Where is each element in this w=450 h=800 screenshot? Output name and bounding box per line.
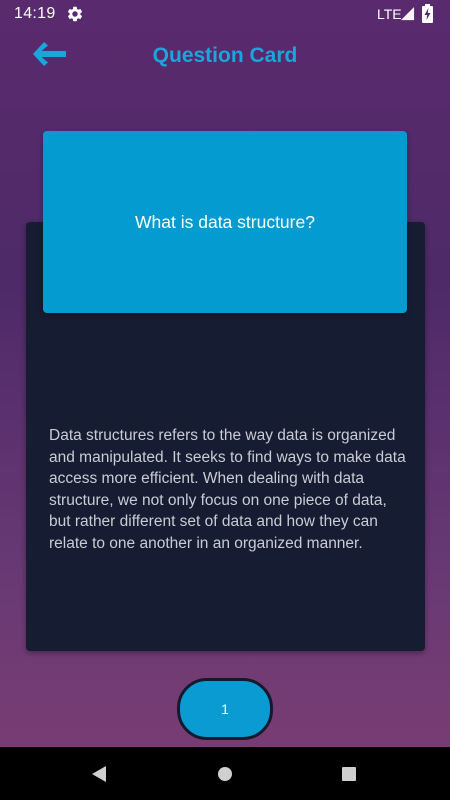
nav-home-icon[interactable] <box>215 764 235 784</box>
navigation-bar <box>0 747 450 800</box>
signal-icon <box>400 6 415 21</box>
status-bar: 14:19 LTE <box>0 0 450 28</box>
battery-charging-icon <box>422 4 433 23</box>
page-title: Question Card <box>152 44 298 67</box>
card-counter-button[interactable]: 1 <box>177 678 273 740</box>
question-text: What is data structure? <box>135 211 315 232</box>
answer-text: Data structures refers to the way data i… <box>49 427 406 552</box>
status-time: 14:19 <box>14 5 56 22</box>
gear-icon <box>67 6 83 22</box>
network-type-label: LTE <box>377 6 402 22</box>
question-card[interactable]: What is data structure? <box>43 131 407 313</box>
card-counter-value: 1 <box>221 701 229 717</box>
nav-back-icon[interactable] <box>90 764 110 784</box>
nav-recents-icon[interactable] <box>339 764 359 784</box>
